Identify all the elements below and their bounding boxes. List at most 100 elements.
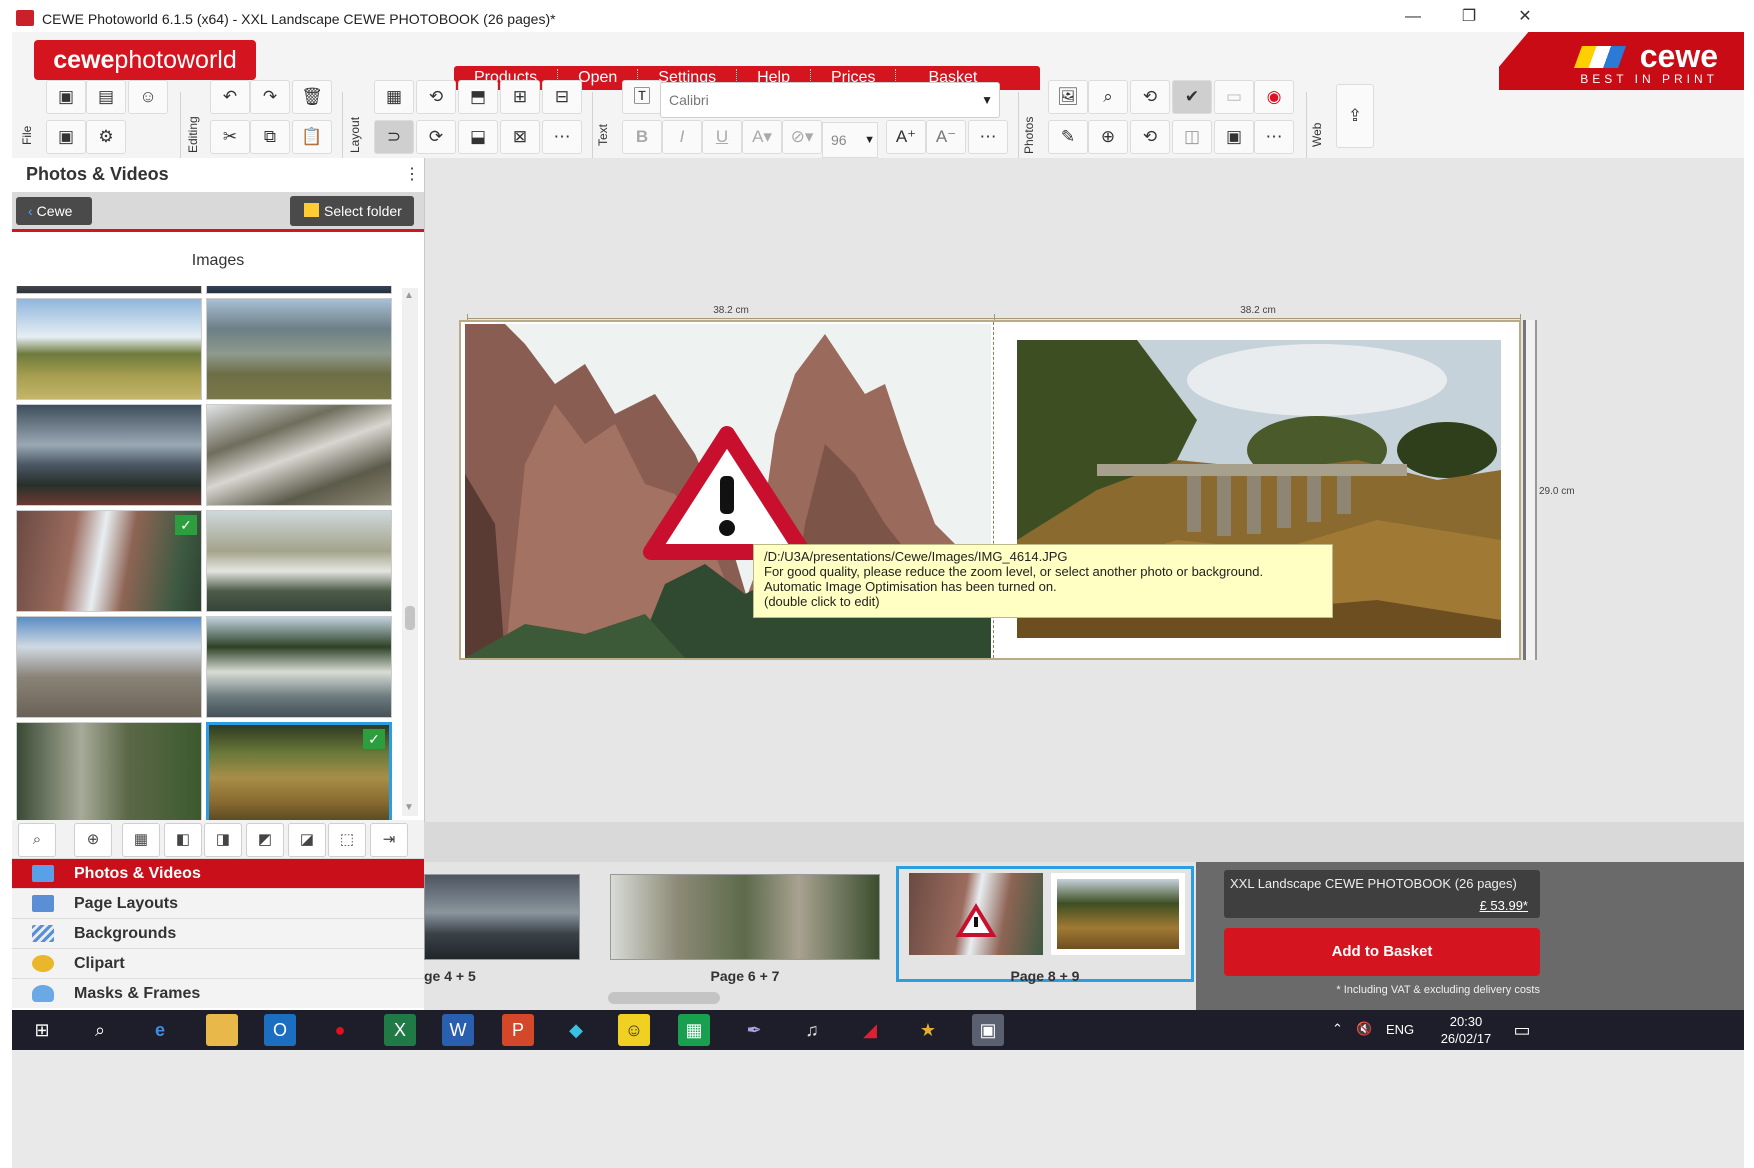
gem-app-icon[interactable]: ◆ [560, 1014, 592, 1046]
bring-forward-icon[interactable]: ⬒ [458, 80, 498, 114]
import-icon[interactable]: ⇥ [370, 823, 408, 857]
image-thumbnail[interactable] [206, 510, 392, 612]
restore-button[interactable]: ❐ [1446, 6, 1492, 32]
rotate-photo-icon[interactable]: ⟲ [1130, 120, 1170, 154]
split-icon[interactable]: ◫ [1172, 120, 1212, 154]
page-strip-scrollbar[interactable] [432, 992, 1192, 1004]
add-text-icon[interactable]: 🅃 [622, 80, 662, 114]
font-family-select[interactable]: Calibri ▼ [660, 82, 1000, 118]
zoom-in-photo-icon[interactable]: ⊕ [1088, 120, 1128, 154]
italic-button[interactable]: I [662, 120, 702, 154]
undo-icon[interactable]: ↶ [210, 80, 250, 114]
frame-icon[interactable]: ▣ [1214, 120, 1254, 154]
increase-font-icon[interactable]: A⁺ [886, 120, 926, 154]
chevron-up-icon[interactable]: ⌃ [1332, 1021, 1343, 1037]
image-thumbnail[interactable] [206, 616, 392, 718]
windows-start-icon[interactable]: ⊞ [26, 1014, 58, 1046]
redo-icon[interactable]: ↷ [250, 80, 290, 114]
image-thumbnail-selected[interactable]: ✓ [206, 722, 392, 820]
image-thumbnail[interactable] [206, 298, 392, 400]
outlook-icon[interactable]: O [264, 1014, 296, 1046]
more-layout-icon[interactable]: ⋯ [542, 120, 582, 154]
copy-icon[interactable]: ⧉ [250, 120, 290, 154]
web-upload-icon[interactable]: ⇪ [1336, 84, 1374, 148]
image-thumbnail[interactable] [16, 722, 202, 820]
category-page-layouts[interactable]: Page Layouts [12, 888, 424, 918]
optimise-photo-icon[interactable]: ✔ [1172, 80, 1212, 114]
paste-icon[interactable]: 📋 [292, 120, 332, 154]
add-to-basket-button[interactable]: Add to Basket [1224, 928, 1540, 976]
bold-button[interactable]: B [622, 120, 662, 154]
smiley-app-icon[interactable]: ☺ [618, 1014, 650, 1046]
package-icon[interactable]: ⬚ [328, 823, 366, 857]
zoom-out-icon[interactable]: ⌕ [18, 823, 56, 857]
powerpoint-icon[interactable]: P [502, 1014, 534, 1046]
layout-option-4-icon[interactable]: ◪ [288, 823, 326, 857]
grid-icon[interactable]: ▦ [374, 80, 414, 114]
layout-option-2-icon[interactable]: ◨ [204, 823, 242, 857]
excel-icon[interactable]: X [384, 1014, 416, 1046]
close-button[interactable]: ✕ [1502, 6, 1548, 32]
rotate-right-icon[interactable]: ⟳ [416, 120, 456, 154]
red-eye-icon[interactable]: ◉ [1254, 80, 1294, 114]
word-icon[interactable]: W [442, 1014, 474, 1046]
delete-icon[interactable]: 🗑 [292, 80, 332, 114]
cewe-taskbar-icon[interactable]: ▣ [972, 1014, 1004, 1046]
volume-muted-icon[interactable]: 🔇 [1356, 1021, 1372, 1037]
page-thumbnail[interactable] [610, 874, 880, 960]
text-color-icon[interactable]: A▾ [742, 120, 782, 154]
notifications-icon[interactable]: ▭ [1506, 1014, 1538, 1046]
category-photos-videos[interactable]: Photos & Videos [12, 858, 424, 888]
rotate-left-icon[interactable]: ⟲ [416, 80, 456, 114]
image-thumbnail[interactable] [16, 298, 202, 400]
add-page-icon[interactable]: ⊞ [500, 80, 540, 114]
gear-icon[interactable]: ⚙ [86, 120, 126, 154]
layout-option-1-icon[interactable]: ◧ [164, 823, 202, 857]
category-masks-frames[interactable]: Masks & Frames [12, 978, 424, 1008]
search-icon[interactable]: ⌕ [84, 1014, 116, 1046]
page-thumbnail[interactable] [424, 874, 580, 960]
underline-button[interactable]: U [702, 120, 742, 154]
file-explorer-icon[interactable] [206, 1014, 238, 1046]
category-backgrounds[interactable]: Backgrounds [12, 918, 424, 948]
audio-app-icon[interactable]: ♫ [796, 1014, 828, 1046]
scroll-down-icon[interactable]: ▼ [404, 802, 414, 813]
add-photo-icon[interactable]: 🖼 [1048, 80, 1088, 114]
category-clipart[interactable]: Clipart [12, 948, 424, 978]
delete-page-icon[interactable]: ⊠ [500, 120, 540, 154]
layout-option-3-icon[interactable]: ◩ [246, 823, 284, 857]
shadow-icon[interactable]: ▭ [1214, 80, 1254, 114]
image-thumbnail[interactable] [16, 404, 202, 506]
app-icon-red[interactable]: ◢ [854, 1014, 886, 1046]
app-icon-yellow[interactable]: ★ [912, 1014, 944, 1046]
edge-browser-icon[interactable]: e [144, 1014, 176, 1046]
system-clock[interactable]: 20:30 26/02/17 [1426, 1013, 1506, 1047]
more-photos-icon[interactable]: ⋯ [1254, 120, 1294, 154]
image-thumbnail[interactable]: ✓ [16, 510, 202, 612]
magnet-icon[interactable]: ⊃ [374, 120, 414, 154]
view-mode-icon[interactable]: ▦ [122, 823, 160, 857]
pen-app-icon[interactable]: ✒ [738, 1014, 770, 1046]
zoom-photo-icon[interactable]: ⌕ [1088, 80, 1128, 114]
opera-icon[interactable]: ● [324, 1014, 356, 1046]
panel-menu-icon[interactable]: ⋮ [404, 164, 420, 184]
zoom-in-icon[interactable]: ⊕ [74, 823, 112, 857]
save-icon[interactable]: ▣ [46, 80, 86, 114]
image-thumbnail[interactable] [206, 286, 392, 294]
image-grid-scrollbar[interactable]: ▲ ▼ [402, 288, 418, 816]
minimize-button[interactable]: — [1390, 6, 1436, 32]
more-text-icon[interactable]: ⋯ [968, 120, 1008, 154]
open-project-icon[interactable]: ▤ [86, 80, 126, 114]
send-backward-icon[interactable]: ⬓ [458, 120, 498, 154]
back-button[interactable]: ‹ Cewe [16, 197, 92, 225]
image-thumbnail[interactable] [16, 616, 202, 718]
scrollbar-thumb[interactable] [405, 606, 415, 630]
select-folder-button[interactable]: Select folder [290, 196, 414, 226]
edit-photo-icon[interactable]: ✎ [1048, 120, 1088, 154]
spreadsheet-app-icon[interactable]: ▦ [678, 1014, 710, 1046]
current-page-thumbnail[interactable] [896, 866, 1194, 982]
cut-icon[interactable]: ✂ [210, 120, 250, 154]
replace-photo-icon[interactable]: ⟲ [1130, 80, 1170, 114]
font-size-select[interactable]: 96 ▼ [822, 122, 878, 158]
insert-page-icon[interactable]: ⊟ [542, 80, 582, 114]
